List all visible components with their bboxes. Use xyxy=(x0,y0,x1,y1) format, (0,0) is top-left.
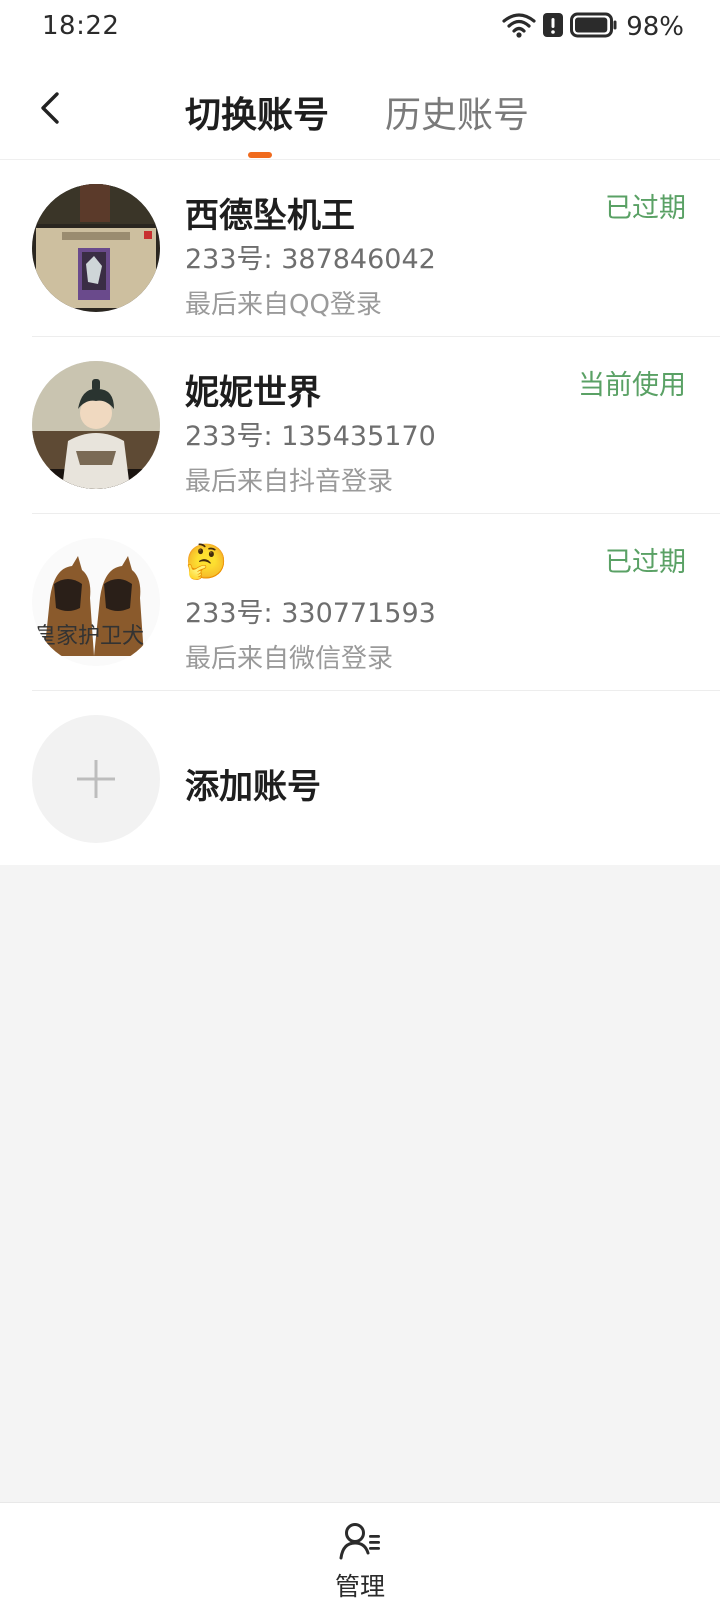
login-source: 最后来自微信登录 xyxy=(185,644,394,674)
avatar: 皇家护卫犬 xyxy=(32,538,160,666)
status-badge: 当前使用 xyxy=(578,370,686,401)
plus-icon xyxy=(32,715,160,843)
manage-button[interactable]: 管理 xyxy=(310,1521,410,1607)
notification-alert-icon xyxy=(542,11,564,43)
back-button[interactable] xyxy=(30,88,70,128)
bottom-bar: 管理 xyxy=(0,1502,720,1612)
account-id: 233号: 387846042 xyxy=(185,244,436,275)
avatar-caption: 皇家护卫犬 xyxy=(34,624,145,649)
wifi-icon xyxy=(502,11,536,43)
manage-label: 管理 xyxy=(334,1572,385,1601)
account-row[interactable]: 西德坠机王 233号: 387846042 最后来自QQ登录 已过期 xyxy=(0,160,720,337)
status-bar: 18:22 98% xyxy=(0,0,720,56)
account-list: 西德坠机王 233号: 387846042 最后来自QQ登录 已过期 妮妮世界 … xyxy=(0,160,720,865)
avatar xyxy=(32,361,160,489)
login-source: 最后来自QQ登录 xyxy=(185,290,382,320)
top-nav: 切换账号 历史账号 xyxy=(0,56,720,160)
add-account-label: 添加账号 xyxy=(185,767,321,807)
login-source: 最后来自抖音登录 xyxy=(185,467,394,497)
status-icons: 98% xyxy=(502,10,684,44)
account-row[interactable]: 妮妮世界 233号: 135435170 最后来自抖音登录 当前使用 xyxy=(0,337,720,514)
account-name: 🤔 xyxy=(185,542,228,582)
account-id: 233号: 330771593 xyxy=(185,598,436,629)
account-name: 西德坠机王 xyxy=(185,196,355,236)
account-row[interactable]: 皇家护卫犬 🤔 233号: 330771593 最后来自微信登录 已过期 xyxy=(0,514,720,691)
active-tab-indicator xyxy=(248,152,272,158)
user-manage-icon xyxy=(339,1523,380,1560)
switch-account-screen: 18:22 98% 切换账号 历史账号 西德坠机王 233号: 38784604… xyxy=(0,0,720,1612)
add-account-button[interactable]: 添加账号 xyxy=(0,691,720,865)
battery-percent: 98% xyxy=(626,12,684,42)
tab-history-account[interactable]: 历史账号 xyxy=(385,86,529,138)
status-badge: 已过期 xyxy=(605,193,686,224)
chevron-left-icon xyxy=(41,92,59,124)
status-badge: 已过期 xyxy=(605,547,686,578)
status-time: 18:22 xyxy=(42,11,120,41)
tab-switch-account[interactable]: 切换账号 xyxy=(185,86,329,138)
battery-icon xyxy=(570,12,618,42)
account-name: 妮妮世界 xyxy=(185,373,321,413)
account-id: 233号: 135435170 xyxy=(185,421,436,452)
avatar xyxy=(32,184,160,312)
